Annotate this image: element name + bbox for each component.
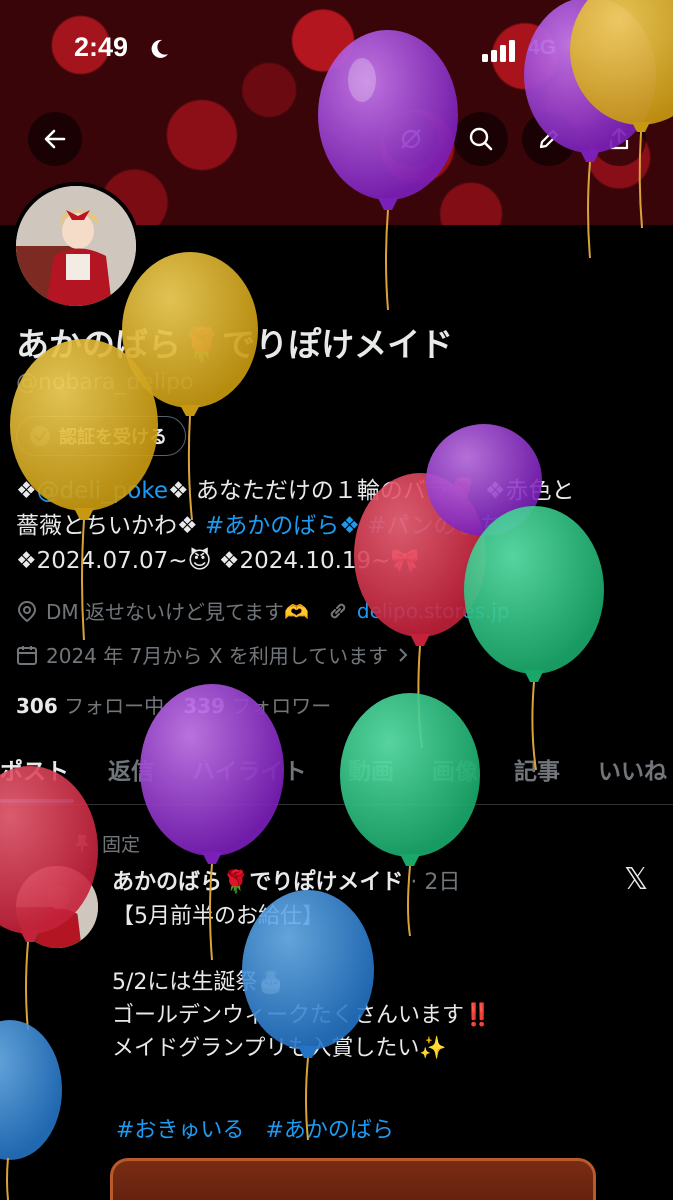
pinned-indicator: 固定 (72, 830, 140, 857)
post-author[interactable]: あかのばら🌹でりぽけメイド (112, 870, 403, 895)
tab-videos[interactable]: 動画 (348, 752, 394, 786)
bio-line-1: ❖@deli_poke❖ あなただけの１輪のバラ🌹 ❖赤色と (16, 474, 656, 509)
search-icon (469, 127, 493, 151)
followers-link[interactable]: 339 フォロワー (183, 694, 331, 718)
tab-highlights[interactable]: ハイライト (192, 752, 307, 786)
balloon (0, 1020, 62, 1200)
tab-likes[interactable]: いいね (598, 752, 667, 786)
following-label: フォロー中 (64, 694, 165, 718)
grok-button[interactable] (384, 112, 438, 166)
location-text: DM 返せないけど見てます🫶 (46, 600, 309, 624)
followers-count: 339 (183, 694, 225, 718)
battery-percent: 30 (584, 41, 600, 57)
network-type: 4G (528, 36, 557, 59)
follow-counts: 306 フォロー中 339 フォロワー (16, 690, 331, 719)
moon-icon (151, 39, 168, 58)
bio-text: ❖ (16, 478, 37, 504)
back-arrow-icon (44, 129, 66, 149)
signal-icon (482, 40, 515, 62)
pencil-icon (539, 129, 559, 149)
post-avatar-image (16, 866, 98, 948)
battery-icon: 30 (572, 38, 612, 60)
post-text: 【5月前半のお給仕】 5/2には生誕祭🎂 ゴールデンウィークたくさんいます‼️ … (112, 904, 492, 1061)
following-link[interactable]: 306 フォロー中 (16, 694, 164, 718)
location-icon (17, 600, 37, 622)
calendar-icon (17, 645, 37, 665)
user-handle: @nobara_delipo (16, 370, 194, 395)
followers-label: フォロワー (231, 694, 332, 718)
bio-line-3: ❖2024.07.07~😈 ❖2024.10.19~🎀 (16, 548, 420, 574)
link-icon (330, 603, 346, 618)
following-count: 306 (16, 694, 58, 718)
tab-replies[interactable]: 返信 (108, 752, 154, 786)
post-avatar[interactable] (16, 866, 98, 948)
bio-hashtag-link[interactable]: #あかのばら (205, 513, 339, 539)
active-tab-indicator (0, 799, 74, 803)
post-date[interactable]: · 2日 (410, 870, 460, 895)
bio-hashtag-link-2[interactable]: ❖ #パンのまち (339, 513, 502, 539)
back-button[interactable] (28, 112, 82, 166)
post-hashtag-link[interactable]: #あかのばら (265, 1118, 393, 1143)
pin-icon (74, 834, 90, 852)
joined-row[interactable]: 2024 年 7月から X を利用しています (16, 640, 410, 669)
bio-mention-link[interactable]: @deli_poke (37, 478, 168, 504)
share-button[interactable] (592, 112, 646, 166)
tab-images[interactable]: 画像 (432, 752, 478, 786)
grok-icon (401, 129, 421, 149)
bio-text: ❖ あなただけの１輪のバラ🌹 ❖赤色と (167, 478, 575, 504)
post-media[interactable] (110, 1158, 596, 1200)
display-name: あかのばら🌹でりぽけメイド (16, 325, 454, 364)
profile-meta-row: DM 返せないけど見てます🫶 delipo.stores.jp (16, 596, 510, 625)
profile-avatar[interactable] (12, 182, 140, 310)
chevron-right-icon (399, 647, 408, 662)
bio-line-2: 薔薇とちいかわ❖ #あかのばら❖ #パンのまち (16, 509, 656, 544)
x-logo-icon[interactable]: 𝕏 (624, 862, 648, 897)
tab-posts[interactable]: ポスト (0, 752, 69, 786)
verified-badge-icon (30, 426, 50, 446)
search-button[interactable] (454, 112, 508, 166)
post-hashtags: #おきゅいる #あかのばら (116, 1112, 408, 1144)
get-verified-button[interactable]: 認証を受ける (16, 416, 186, 456)
post-header: あかのばら🌹でりぽけメイド · 2日 (112, 864, 460, 896)
get-verified-label: 認証を受ける (59, 427, 167, 448)
profile-bio: ❖@deli_poke❖ あなただけの１輪のバラ🌹 ❖赤色と 薔薇とちいかわ❖ … (16, 474, 656, 579)
post-hashtag-link[interactable]: #おきゅいる (116, 1118, 244, 1143)
profile-tabs: ポスト 返信 ハイライト 動画 画像 記事 いいね (0, 752, 673, 805)
pinned-label: 固定 (102, 834, 141, 856)
edit-button[interactable] (522, 112, 576, 166)
status-bar: 2:49 4G 30 (0, 0, 673, 100)
avatar-image (16, 186, 136, 306)
bio-text: 薔薇とちいかわ❖ (16, 513, 205, 539)
website-link[interactable]: delipo.stores.jp (357, 599, 510, 623)
profile-page: 2:49 4G 30 あかのばら🌹でりぽけメイド @nobara_delipo … (0, 0, 673, 1200)
tab-articles[interactable]: 記事 (514, 752, 560, 786)
share-icon (609, 127, 629, 150)
joined-text: 2024 年 7月から X を利用しています (46, 644, 389, 668)
status-time: 2:49 (74, 32, 129, 62)
